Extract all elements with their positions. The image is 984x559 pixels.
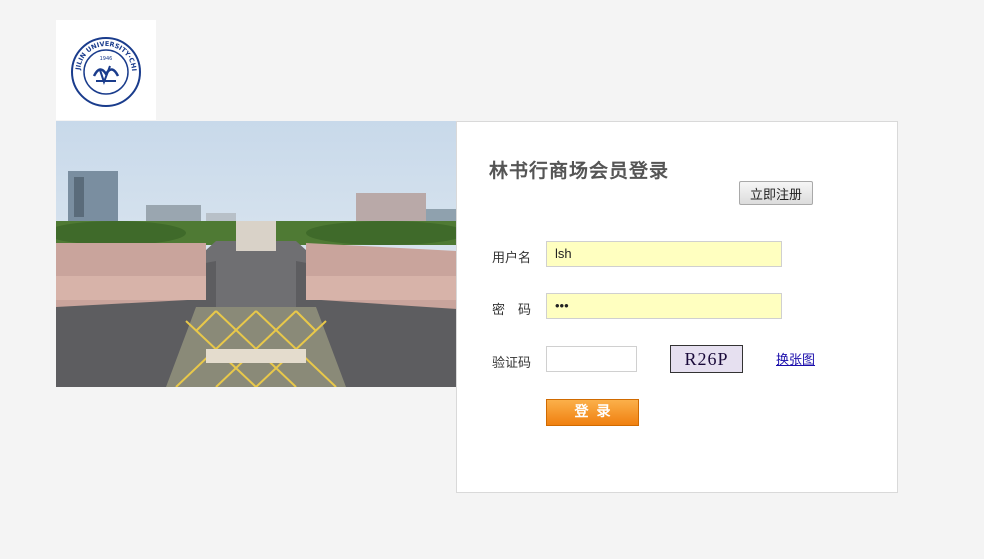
university-seal-icon: JILIN UNIVERSITY·CHINA 1946 <box>70 36 141 107</box>
captcha-label: 验证码 <box>492 356 532 371</box>
username-label: 用户名 <box>492 251 532 266</box>
login-button[interactable]: 登录 <box>546 399 639 426</box>
captcha-image: R26P <box>670 345 743 373</box>
password-field[interactable]: ••• <box>546 293 782 319</box>
refresh-captcha-link[interactable]: 换张图 <box>776 349 815 368</box>
username-field[interactable]: lsh <box>546 241 782 267</box>
login-panel: 林书行商场会员登录 立即注册 用户名 lsh 密 码 ••• 验证码 R26P … <box>456 121 898 493</box>
captcha-field[interactable] <box>546 346 637 372</box>
register-button[interactable]: 立即注册 <box>739 181 813 205</box>
logo-year: 1946 <box>100 56 113 62</box>
login-title: 林书行商场会员登录 <box>489 160 670 182</box>
campus-photo <box>56 121 457 387</box>
password-label: 密 码 <box>492 303 532 318</box>
university-logo: JILIN UNIVERSITY·CHINA 1946 <box>56 20 156 120</box>
